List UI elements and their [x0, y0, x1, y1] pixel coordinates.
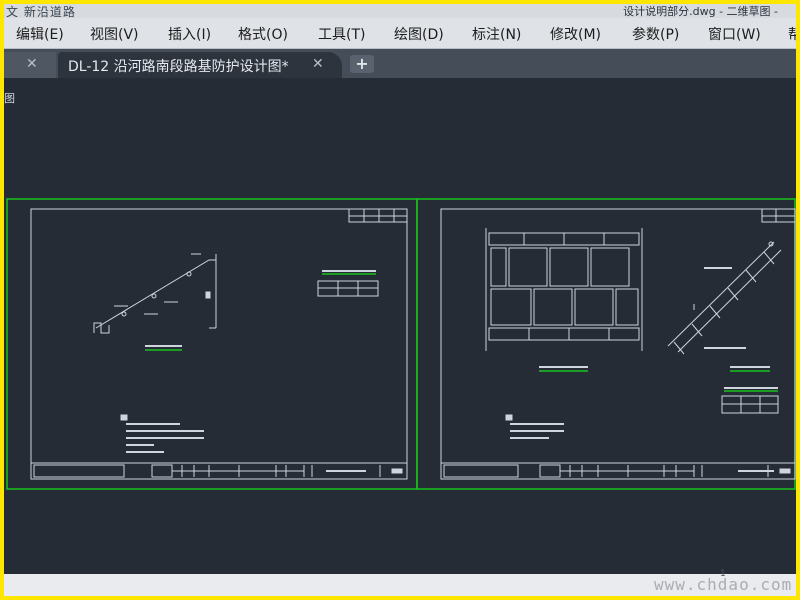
- tab-previous[interactable]: ✕: [4, 52, 56, 78]
- menu-modify[interactable]: 修改(M): [550, 24, 601, 44]
- menu-window[interactable]: 窗口(W): [708, 24, 761, 44]
- title-partial-left: 文 新沿道路: [6, 5, 76, 18]
- menu-help[interactable]: 帮: [788, 24, 796, 44]
- title-partial-right: 设计说明部分.dwg - 二维草图 -: [623, 5, 778, 18]
- sheet-right: [440, 208, 796, 480]
- drawing-svg: [6, 198, 796, 490]
- close-icon[interactable]: ✕: [26, 56, 38, 72]
- new-tab-button[interactable]: +: [350, 55, 374, 73]
- app-window: 文 新沿道路 设计说明部分.dwg - 二维草图 - 编辑(E) 视图(V) 插…: [4, 4, 796, 596]
- tab-active-drawing[interactable]: DL-12 沿河路南段路基防护设计图* ✕: [58, 52, 342, 78]
- menu-bar: 编辑(E) 视图(V) 插入(I) 格式(O) 工具(T) 绘图(D) 标注(N…: [4, 18, 796, 49]
- menu-parameters[interactable]: 参数(P): [632, 24, 679, 44]
- menu-format[interactable]: 格式(O): [238, 24, 288, 44]
- menu-edit[interactable]: 编辑(E): [16, 24, 64, 44]
- menu-draw[interactable]: 绘图(D): [394, 24, 444, 44]
- menu-insert[interactable]: 插入(I): [168, 24, 211, 44]
- close-icon[interactable]: ✕: [312, 56, 324, 72]
- watermark-text: www.chdao.com: [654, 575, 793, 594]
- layout-right-selection[interactable]: [416, 198, 796, 490]
- tab-label: DL-12 沿河路南段路基防护设计图*: [68, 59, 289, 75]
- sheet-left: [30, 208, 408, 480]
- layout-left-selection[interactable]: [6, 198, 418, 490]
- menu-dimension[interactable]: 标注(N): [472, 24, 521, 44]
- menu-view[interactable]: 视图(V): [90, 24, 139, 44]
- file-tab-bar: ✕ DL-12 沿河路南段路基防护设计图* ✕ +: [4, 49, 796, 78]
- menu-tools[interactable]: 工具(T): [318, 24, 365, 44]
- status-bar: 1 www.chdao.com: [4, 569, 796, 596]
- title-bar: 文 新沿道路 设计说明部分.dwg - 二维草图 -: [4, 4, 796, 18]
- drawing-canvas[interactable]: 图: [4, 78, 796, 574]
